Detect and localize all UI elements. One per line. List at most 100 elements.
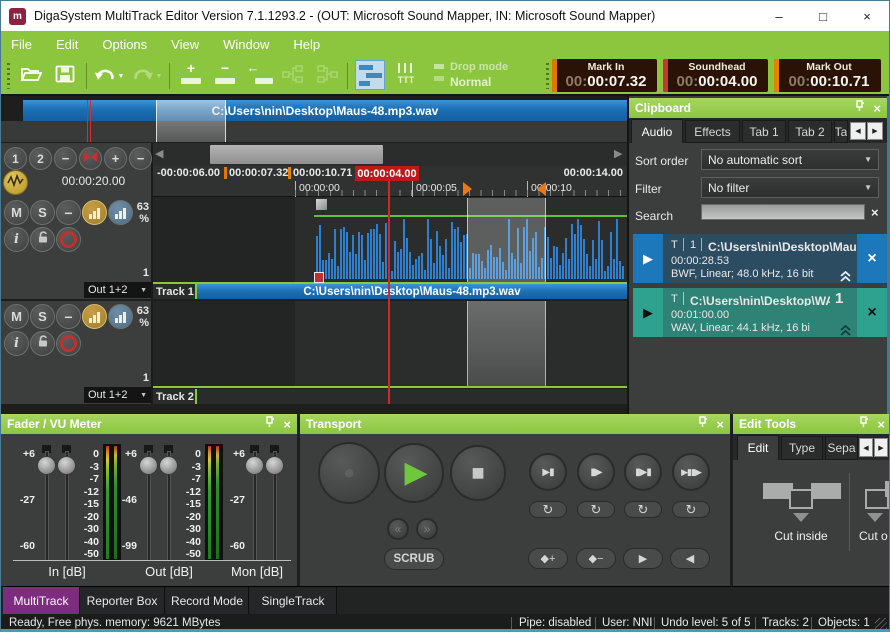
scrollbar-thumb[interactable] [210,145,383,164]
close-icon[interactable]: × [283,417,291,432]
track2-output-select[interactable]: Out 1+2 ▼ [84,387,151,403]
clipboard-tab-1[interactable]: Tab 1 [742,120,786,143]
minimize-button[interactable]: – [757,1,801,31]
tab-scroll-right[interactable]: ▶ [874,438,888,457]
tab-record-mode[interactable]: Record Mode [166,587,249,614]
item-play-button[interactable]: ▶ [633,234,663,283]
track1-minimize-button[interactable]: − [56,200,81,225]
close-icon[interactable]: × [877,417,885,432]
edit-tools-header[interactable]: Edit Tools × [733,414,890,434]
track2-selection[interactable] [467,301,546,386]
redo-button[interactable]: ▼ [131,62,163,90]
prev-marker-button[interactable]: ◀ [670,548,710,569]
tab-scroll-left[interactable]: ◀ [850,122,866,140]
fader-knob-out-left[interactable] [139,456,158,475]
record-button[interactable]: ● [318,442,380,504]
chevron-double-up-icon[interactable] [839,269,852,287]
search-clear-button[interactable]: × [871,205,879,220]
track1-info-button[interactable]: i [4,227,29,252]
track2-lock-button[interactable] [30,331,55,356]
mark-in-display[interactable]: Mark In 00:00:07.32 [552,59,657,92]
loop-button[interactable]: ↻ [672,501,710,518]
ungroup-objects-button[interactable] [313,62,341,90]
tab-scroll-left[interactable]: ◀ [859,438,873,457]
undo-button[interactable]: ▼ [93,62,125,90]
clipboard-tab-audio[interactable]: Audio [631,119,683,143]
track1-name-tab[interactable]: Track 1 [153,284,195,299]
edit-tools-tab-separate[interactable]: Sepa [825,436,858,460]
clipboard-item[interactable]: ▶ × T 1 C:\Users\nin\Desktop\Mau 00:00:2… [633,234,887,283]
clipboard-tab-3[interactable]: Ta [834,120,848,143]
close-icon[interactable]: × [873,101,881,116]
close-button[interactable]: × [845,1,889,31]
fader-knob-mon-right[interactable] [265,456,284,475]
track1-record-button[interactable] [56,227,81,252]
search-input[interactable] [701,204,865,220]
timeline-scrollbar[interactable]: ◀ ▶ [153,143,627,166]
menu-view[interactable]: View [171,37,199,52]
chevron-double-up-icon[interactable] [839,323,852,341]
track2-minimize-button[interactable]: − [56,304,81,329]
collapse-tracks-button[interactable]: − [54,147,77,170]
remove-marker-button[interactable]: ◆− [576,548,616,569]
track1-object-handle[interactable] [314,272,324,283]
track1-output-select[interactable]: Out 1+2 ▼ [84,282,151,298]
menu-file[interactable]: File [11,37,32,52]
menu-help[interactable]: Help [293,37,320,52]
toolbar-grip[interactable] [546,63,549,89]
close-icon[interactable]: × [716,417,724,432]
clipboard-tab-2[interactable]: Tab 2 [788,120,832,143]
item-delete-button[interactable]: × [857,288,887,337]
track1-fade-handle[interactable] [316,199,327,210]
item-play-button[interactable]: ▶ [633,288,663,337]
mark-out-marker[interactable] [537,182,546,196]
cut-inside-tool[interactable]: Cut inside [756,471,846,543]
playhead-cursor[interactable] [388,181,390,404]
toolbar-grip[interactable] [7,63,10,89]
play-around-mark-button[interactable]: ▶▮▮▶ [672,453,710,491]
track2-name-tab[interactable]: Track 2 [153,389,195,404]
forward-button[interactable]: » [416,518,438,540]
edit-tools-tab-edit[interactable]: Edit [737,435,779,460]
loop-button[interactable]: ↻ [577,501,615,518]
resize-grip[interactable] [875,618,887,630]
loop-button[interactable]: ↻ [624,501,662,518]
play-between-marks-button[interactable]: ▮▶▮ [624,453,662,491]
play-to-mark-button[interactable]: ▶▮ [529,453,567,491]
track1-solo-button[interactable]: S [30,200,55,225]
zoom-out-button[interactable]: − [129,147,152,170]
mark-out-display[interactable]: Mark Out 00:00:10.71 [774,59,881,92]
timeline-ruler[interactable]: 00:00:00 00:00:05 00:00:10 [153,181,627,197]
clipboard-header[interactable]: Clipboard × [629,98,887,118]
zoom-selection-button[interactable] [79,147,102,170]
track1-mute-button[interactable]: M [4,200,29,225]
clipboard-tab-effects[interactable]: Effects [685,120,740,143]
track1-object-bar[interactable]: C:\Users\nin\Desktop\Maus-48.mp3.wav [197,284,627,299]
add-track-button[interactable]: + [177,61,205,91]
track2-info-button[interactable]: i [4,331,29,356]
menu-edit[interactable]: Edit [56,37,78,52]
track1-selection[interactable] [467,198,546,283]
track1-waveform[interactable] [153,197,627,284]
clipboard-item[interactable]: ▶ × T C:\Users\nin\Desktop\WAV 1 00:01:0… [633,288,887,337]
filter-select[interactable]: No filter ▼ [701,177,879,198]
track1-select-button[interactable]: 1 [4,147,27,170]
cut-outside-tool[interactable]: Cut o [857,471,890,543]
track2-lane[interactable] [295,301,627,386]
mark-in-marker[interactable] [463,182,472,196]
stop-button[interactable]: ■ [450,445,506,501]
scrub-button[interactable]: SCRUB [384,548,444,570]
soundhead-display[interactable]: Soundhead 00:00:04.00 [663,59,768,92]
fader-header[interactable]: Fader / VU Meter × [1,414,297,434]
wave-edit-mode-button[interactable] [3,170,28,195]
play-from-mark-button[interactable]: ▮▶ [577,453,615,491]
tab-reporter-box[interactable]: Reporter Box [79,587,165,614]
track2-volume-envelope[interactable] [153,386,627,388]
undo-dropdown-arrow[interactable]: ▼ [118,73,125,80]
tab-scroll-right[interactable]: ▶ [867,122,883,140]
tab-multitrack[interactable]: MultiTrack [3,587,79,614]
menu-window[interactable]: Window [223,37,269,52]
group-objects-button[interactable] [279,62,307,90]
pin-icon[interactable] [265,415,275,433]
track1-lock-button[interactable] [30,227,55,252]
